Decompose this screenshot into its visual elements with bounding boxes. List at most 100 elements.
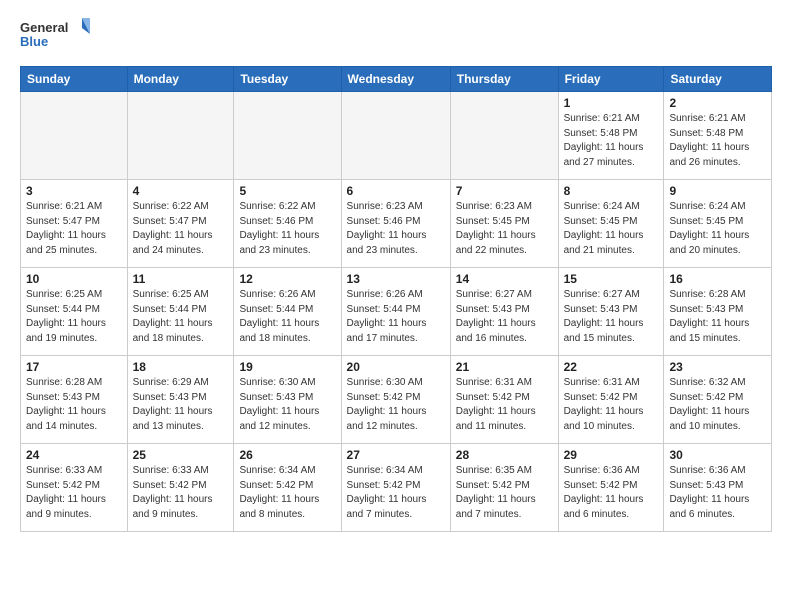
calendar-cell-w1-d2 [234,92,341,180]
calendar-cell-w5-d0: 24Sunrise: 6:33 AM Sunset: 5:42 PM Dayli… [21,444,128,532]
day-number: 30 [669,448,766,462]
day-number: 8 [564,184,659,198]
day-number: 29 [564,448,659,462]
calendar-table: SundayMondayTuesdayWednesdayThursdayFrid… [20,66,772,532]
logo: General Blue [20,16,90,56]
calendar-cell-w3-d4: 14 Sunrise: 6:27 AM Sunset: 5:43 PM Dayli… [450,268,558,356]
day-number: 15 [564,272,659,286]
day-info: Sunrise: 6:30 AM Sunset: 5:43 PM Dayligh… [239,376,335,434]
day-info: Sunrise: 6:31 AM Sunset: 5:42 PM Dayligh… [456,376,553,434]
day-info: Sunrise: 6:21 AM Sunset: 5:48 PM Dayligh… [669,112,766,170]
calendar-cell-w5-d6: 30 Sunrise: 6:36 AM Sunset: 5:43 PM Dayli… [664,444,772,532]
week-row-2: 3 Sunrise: 6:21 AM Sunset: 5:47 PM Daylig… [21,180,772,268]
calendar-cell-w3-d2: 12 Sunrise: 6:26 AM Sunset: 5:44 PM Dayli… [234,268,341,356]
day-number: 25 [133,448,229,462]
day-number: 17 [26,360,122,374]
week-row-1: 1 Sunrise: 6:21 AM Sunset: 5:48 PM Daylig… [21,92,772,180]
calendar-cell-w2-d3: 6Sunrise: 6:23 AM Sunset: 5:46 PM Daylig… [341,180,450,268]
page: General Blue SundayMondayTuesdayWednesda… [0,0,792,552]
day-number: 10 [26,272,122,286]
weekday-header-saturday: Saturday [664,67,772,92]
day-number: 12 [239,272,335,286]
day-info: Sunrise: 6:26 AM Sunset: 5:44 PM Dayligh… [347,288,445,346]
week-row-3: 10 Sunrise: 6:25 AM Sunset: 5:44 PM Dayli… [21,268,772,356]
day-number: 7 [456,184,553,198]
calendar-cell-w2-d4: 7 Sunrise: 6:23 AM Sunset: 5:45 PM Daylig… [450,180,558,268]
day-info: Sunrise: 6:28 AM Sunset: 5:43 PM Dayligh… [669,288,766,346]
day-info: Sunrise: 6:23 AM Sunset: 5:45 PM Dayligh… [456,200,553,258]
day-info: Sunrise: 6:32 AM Sunset: 5:42 PM Dayligh… [669,376,766,434]
calendar-cell-w3-d0: 10 Sunrise: 6:25 AM Sunset: 5:44 PM Dayli… [21,268,128,356]
calendar-cell-w5-d4: 28 Sunrise: 6:35 AM Sunset: 5:42 PM Dayli… [450,444,558,532]
weekday-header-sunday: Sunday [21,67,128,92]
calendar-cell-w1-d0 [21,92,128,180]
calendar-cell-w1-d6: 2 Sunrise: 6:21 AM Sunset: 5:48 PM Daylig… [664,92,772,180]
day-info: Sunrise: 6:21 AM Sunset: 5:47 PM Dayligh… [26,200,122,258]
weekday-header-tuesday: Tuesday [234,67,341,92]
day-number: 4 [133,184,229,198]
calendar-cell-w5-d5: 29 Sunrise: 6:36 AM Sunset: 5:42 PM Dayli… [558,444,664,532]
calendar-cell-w2-d2: 5Sunrise: 6:22 AM Sunset: 5:46 PM Daylig… [234,180,341,268]
calendar-cell-w2-d5: 8 Sunrise: 6:24 AM Sunset: 5:45 PM Daylig… [558,180,664,268]
svg-text:General: General [20,20,68,35]
day-number: 14 [456,272,553,286]
day-number: 18 [133,360,229,374]
calendar-cell-w2-d1: 4 Sunrise: 6:22 AM Sunset: 5:47 PM Daylig… [127,180,234,268]
calendar-cell-w4-d5: 22 Sunrise: 6:31 AM Sunset: 5:42 PM Dayli… [558,356,664,444]
header: General Blue [20,16,772,56]
day-info: Sunrise: 6:34 AM Sunset: 5:42 PM Dayligh… [239,464,335,522]
day-info: Sunrise: 6:25 AM Sunset: 5:44 PM Dayligh… [26,288,122,346]
calendar-cell-w4-d0: 17 Sunrise: 6:28 AM Sunset: 5:43 PM Dayli… [21,356,128,444]
day-number: 23 [669,360,766,374]
day-info: Sunrise: 6:27 AM Sunset: 5:43 PM Dayligh… [564,288,659,346]
weekday-header-row: SundayMondayTuesdayWednesdayThursdayFrid… [21,67,772,92]
day-number: 28 [456,448,553,462]
day-info: Sunrise: 6:28 AM Sunset: 5:43 PM Dayligh… [26,376,122,434]
day-info: Sunrise: 6:23 AM Sunset: 5:46 PM Dayligh… [347,200,445,258]
calendar-cell-w5-d1: 25Sunrise: 6:33 AM Sunset: 5:42 PM Dayli… [127,444,234,532]
day-number: 1 [564,96,659,110]
calendar-cell-w4-d4: 21 Sunrise: 6:31 AM Sunset: 5:42 PM Dayli… [450,356,558,444]
calendar-cell-w4-d2: 19 Sunrise: 6:30 AM Sunset: 5:43 PM Dayli… [234,356,341,444]
day-info: Sunrise: 6:33 AM Sunset: 5:42 PM Dayligh… [26,464,122,522]
day-number: 3 [26,184,122,198]
day-number: 27 [347,448,445,462]
day-number: 13 [347,272,445,286]
day-info: Sunrise: 6:30 AM Sunset: 5:42 PM Dayligh… [347,376,445,434]
calendar-cell-w3-d3: 13 Sunrise: 6:26 AM Sunset: 5:44 PM Dayli… [341,268,450,356]
day-info: Sunrise: 6:27 AM Sunset: 5:43 PM Dayligh… [456,288,553,346]
day-info: Sunrise: 6:35 AM Sunset: 5:42 PM Dayligh… [456,464,553,522]
day-number: 2 [669,96,766,110]
day-info: Sunrise: 6:24 AM Sunset: 5:45 PM Dayligh… [669,200,766,258]
calendar-cell-w1-d4 [450,92,558,180]
day-info: Sunrise: 6:22 AM Sunset: 5:47 PM Dayligh… [133,200,229,258]
week-row-4: 17 Sunrise: 6:28 AM Sunset: 5:43 PM Dayli… [21,356,772,444]
day-number: 26 [239,448,335,462]
day-number: 19 [239,360,335,374]
day-number: 20 [347,360,445,374]
day-info: Sunrise: 6:26 AM Sunset: 5:44 PM Dayligh… [239,288,335,346]
day-info: Sunrise: 6:24 AM Sunset: 5:45 PM Dayligh… [564,200,659,258]
day-number: 22 [564,360,659,374]
day-info: Sunrise: 6:25 AM Sunset: 5:44 PM Dayligh… [133,288,229,346]
calendar-cell-w3-d6: 16 Sunrise: 6:28 AM Sunset: 5:43 PM Dayli… [664,268,772,356]
calendar-cell-w4-d3: 20 Sunrise: 6:30 AM Sunset: 5:42 PM Dayli… [341,356,450,444]
day-info: Sunrise: 6:34 AM Sunset: 5:42 PM Dayligh… [347,464,445,522]
day-info: Sunrise: 6:36 AM Sunset: 5:43 PM Dayligh… [669,464,766,522]
day-number: 16 [669,272,766,286]
day-number: 9 [669,184,766,198]
day-number: 21 [456,360,553,374]
day-info: Sunrise: 6:36 AM Sunset: 5:42 PM Dayligh… [564,464,659,522]
calendar-cell-w1-d1 [127,92,234,180]
calendar-cell-w5-d3: 27 Sunrise: 6:34 AM Sunset: 5:42 PM Dayli… [341,444,450,532]
day-info: Sunrise: 6:29 AM Sunset: 5:43 PM Dayligh… [133,376,229,434]
day-info: Sunrise: 6:31 AM Sunset: 5:42 PM Dayligh… [564,376,659,434]
calendar-cell-w2-d0: 3 Sunrise: 6:21 AM Sunset: 5:47 PM Daylig… [21,180,128,268]
week-row-5: 24Sunrise: 6:33 AM Sunset: 5:42 PM Dayli… [21,444,772,532]
day-info: Sunrise: 6:22 AM Sunset: 5:46 PM Dayligh… [239,200,335,258]
calendar-cell-w3-d5: 15 Sunrise: 6:27 AM Sunset: 5:43 PM Dayli… [558,268,664,356]
day-number: 11 [133,272,229,286]
logo-svg: General Blue [20,16,90,56]
calendar-cell-w3-d1: 11 Sunrise: 6:25 AM Sunset: 5:44 PM Dayli… [127,268,234,356]
weekday-header-thursday: Thursday [450,67,558,92]
